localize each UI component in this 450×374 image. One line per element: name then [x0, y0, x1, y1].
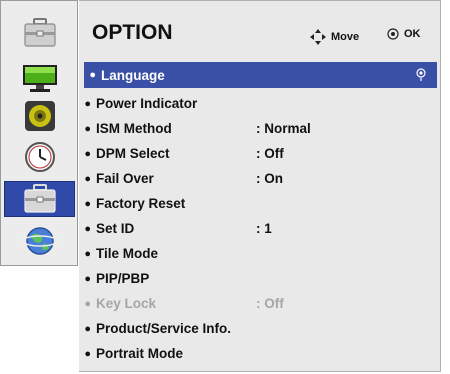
menu-item-value: : 1: [256, 221, 272, 236]
menu-item-label: Power Indicator: [96, 96, 198, 111]
bullet-icon: ●: [84, 347, 91, 360]
bullet-icon: ●: [84, 197, 91, 210]
menu-item-pip-pbp[interactable]: ● PIP/PBP: [79, 267, 440, 290]
ok-hint: OK: [387, 28, 421, 40]
menu-item-label: Portrait Mode: [96, 346, 184, 361]
menu-item-dpm-select[interactable]: ● DPM Select : Off: [79, 142, 440, 165]
bullet-icon: ●: [84, 272, 91, 285]
menu-item-portrait-mode[interactable]: ● Portrait Mode: [79, 342, 440, 365]
ok-button-icon: [387, 28, 399, 40]
menu-item-label: Product/Service Info.: [96, 321, 232, 336]
menu-item-fail-over[interactable]: ● Fail Over : On: [79, 167, 440, 190]
move-label: Move: [331, 31, 360, 43]
bullet-icon: ●: [84, 147, 91, 160]
menu-item-label: Fail Over: [96, 171, 154, 186]
bullet-icon: ●: [84, 222, 91, 235]
sidebar-item-time[interactable]: [4, 139, 75, 175]
menu-item-product-service-info[interactable]: ● Product/Service Info.: [79, 317, 440, 340]
option-briefcase-icon: [23, 184, 56, 213]
menu-item-language[interactable]: ● Language: [84, 62, 437, 88]
bullet-icon: ●: [84, 247, 91, 260]
bullet-icon: ●: [84, 97, 91, 110]
menu-item-value: : Off: [256, 296, 284, 311]
sidebar-item-network[interactable]: [4, 223, 75, 259]
sidebar-item-picture[interactable]: [4, 60, 75, 96]
menu-item-set-id[interactable]: ● Set ID : 1: [79, 217, 440, 240]
network-globe-icon: [21, 227, 58, 255]
sidebar-header-icon: [4, 15, 75, 51]
bullet-icon: ●: [84, 297, 91, 310]
bullet-icon: ●: [89, 69, 96, 81]
menu-item-label: Tile Mode: [96, 246, 159, 261]
bullet-icon: ●: [84, 122, 91, 135]
page-title: OPTION: [92, 21, 173, 44]
sidebar-item-audio[interactable]: [4, 98, 75, 134]
menu-item-value: : Off: [256, 146, 284, 161]
menu-item-label: ISM Method: [96, 121, 172, 136]
bullet-icon: ●: [84, 172, 91, 185]
directional-arrows-icon: [310, 29, 326, 45]
menu-item-label: PIP/PBP: [96, 271, 150, 286]
option-briefcase-icon: [23, 18, 56, 47]
menu-item-label: Factory Reset: [96, 196, 186, 211]
menu-item-key-lock: ● Key Lock : Off: [79, 292, 440, 315]
menu-item-value: : Normal: [256, 121, 311, 136]
sidebar-item-option[interactable]: [4, 181, 75, 217]
move-hint: Move: [309, 28, 359, 46]
time-clock-icon: [24, 142, 55, 172]
category-sidebar: [0, 0, 78, 266]
enter-submenu-icon: [416, 68, 426, 81]
picture-monitor-icon: [22, 65, 57, 92]
menu-item-ism-method[interactable]: ● ISM Method : Normal: [79, 117, 440, 140]
option-menu-panel: OPTION Move OK ● Language ● Power Indica…: [79, 0, 441, 372]
menu-item-label: DPM Select: [96, 146, 170, 161]
menu-item-label: Key Lock: [96, 296, 157, 311]
menu-item-factory-reset[interactable]: ● Factory Reset: [79, 192, 440, 215]
ok-label: OK: [404, 28, 421, 40]
menu-item-tile-mode[interactable]: ● Tile Mode: [79, 242, 440, 265]
menu-header: OPTION Move OK: [79, 1, 440, 61]
menu-item-power-indicator[interactable]: ● Power Indicator: [79, 92, 440, 115]
audio-speaker-icon: [24, 101, 55, 131]
menu-item-label: Language: [101, 67, 165, 83]
bullet-icon: ●: [84, 322, 91, 335]
menu-item-value: : On: [256, 171, 283, 186]
menu-item-label: Set ID: [96, 221, 135, 236]
